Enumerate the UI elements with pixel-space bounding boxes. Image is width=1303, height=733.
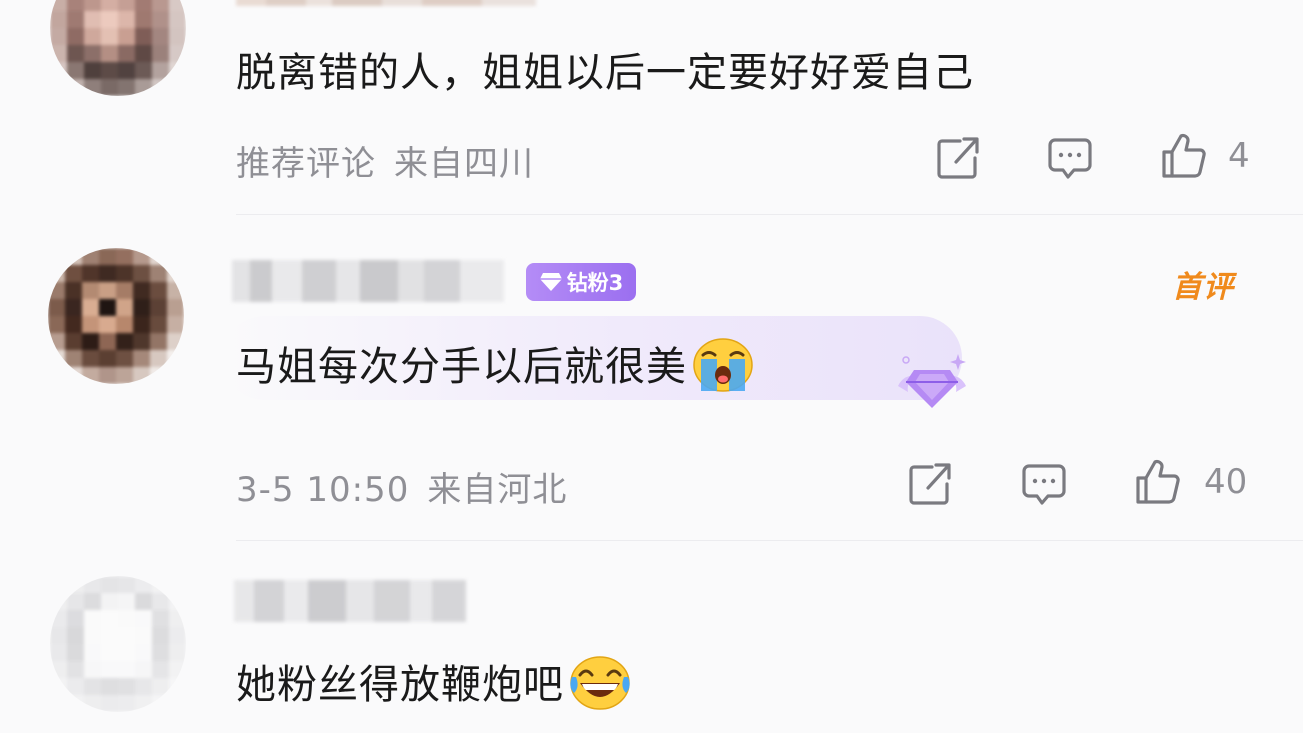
comment-item: 她粉丝得放鞭炮吧 — [0, 0, 1303, 733]
laughing-tears-emoji — [568, 653, 632, 721]
comment-text: 她粉丝得放鞭炮吧 — [236, 652, 632, 721]
avatar-mosaic — [50, 576, 186, 712]
avatar[interactable] — [50, 576, 186, 712]
comment-text-content: 她粉丝得放鞭炮吧 — [236, 662, 564, 708]
username-blurred[interactable] — [234, 580, 466, 622]
